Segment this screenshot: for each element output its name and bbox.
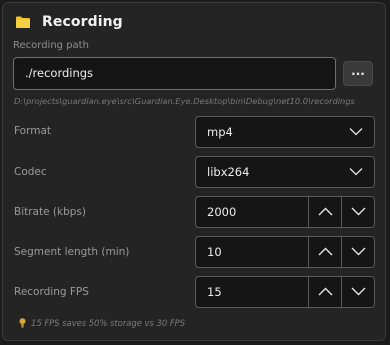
format-select-value: mp4 [207,125,233,139]
codec-select-value: libx264 [207,165,250,179]
chevron-up-icon [318,207,333,216]
bitrate-decrement-button[interactable] [341,197,374,227]
bitrate-increment-button[interactable] [308,197,341,227]
recording-fps-value[interactable]: 15 [207,277,222,307]
codec-select[interactable]: libx264 [195,156,375,188]
bitrate-stepper[interactable]: 2000 [195,196,375,228]
codec-label: Codec [14,166,47,178]
chevron-down-icon [351,207,366,216]
browse-button[interactable]: ... [343,61,373,86]
fps-tip: 15 FPS saves 50% storage vs 30 FPS [19,318,185,328]
chevron-down-icon [349,128,363,136]
recording-path-input[interactable]: ./recordings [13,57,336,90]
format-label: Format [14,125,52,137]
chevron-up-icon [318,247,333,256]
section-header: Recording [16,12,123,32]
resolved-path-text: D:\projects\guardian.eye\src\Guardian.Ey… [14,96,355,106]
format-select[interactable]: mp4 [195,116,375,148]
recording-path-label: Recording path [13,40,89,51]
chevron-up-icon [318,287,333,296]
bitrate-label: Bitrate (kbps) [14,206,86,218]
folder-icon [16,16,30,28]
recording-fps-decrement-button[interactable] [341,277,374,307]
section-title: Recording [42,14,123,30]
bitrate-value[interactable]: 2000 [207,197,236,227]
chevron-down-icon [349,168,363,176]
segment-length-value[interactable]: 10 [207,237,222,267]
chevron-down-icon [351,247,366,256]
segment-length-increment-button[interactable] [308,237,341,267]
recording-fps-increment-button[interactable] [308,277,341,307]
chevron-down-icon [351,287,366,296]
lightbulb-icon [19,318,26,328]
segment-length-label: Segment length (min) [14,246,130,258]
recording-fps-stepper[interactable]: 15 [195,276,375,308]
recording-fps-label: Recording FPS [14,286,89,298]
fps-tip-text: 15 FPS saves 50% storage vs 30 FPS [31,318,186,328]
segment-length-stepper[interactable]: 10 [195,236,375,268]
segment-length-decrement-button[interactable] [341,237,374,267]
